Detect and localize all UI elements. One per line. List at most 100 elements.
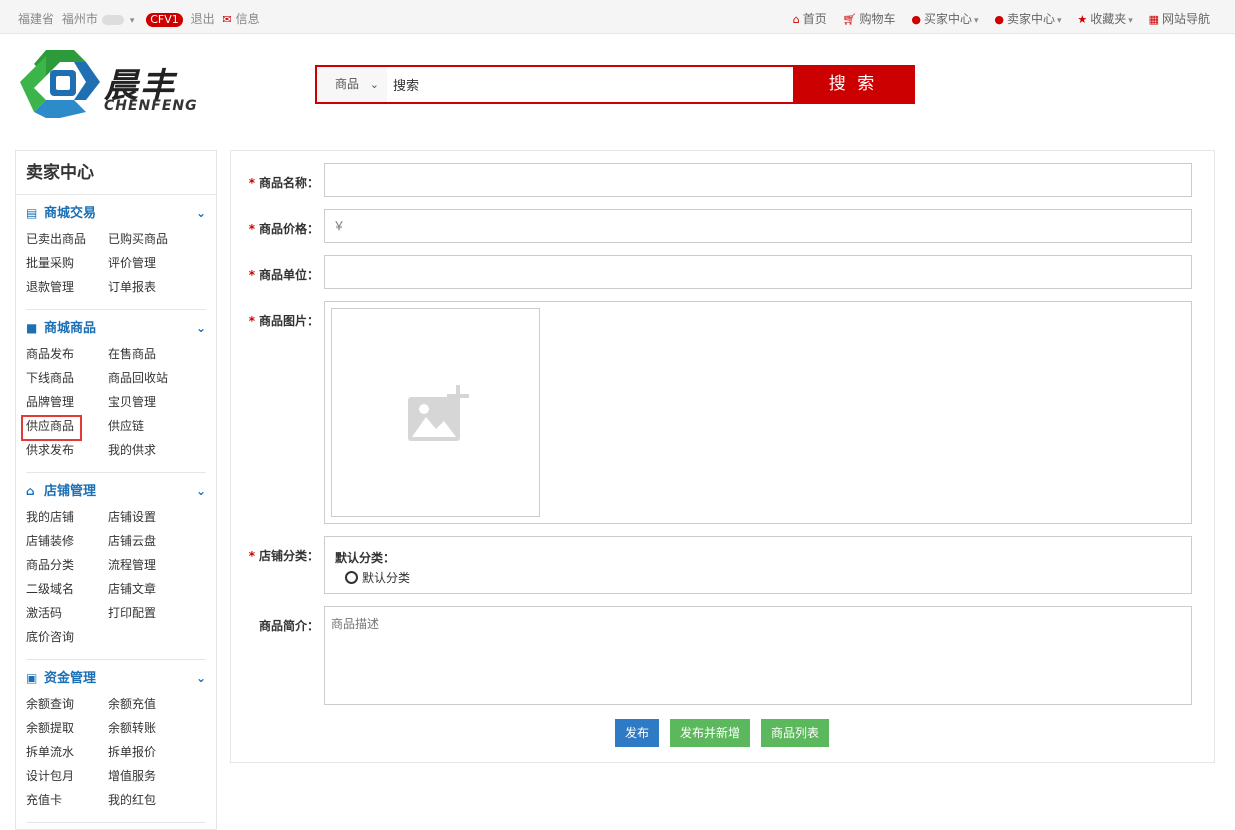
sidebar-item[interactable]: 店铺文章 <box>108 577 190 601</box>
sidebar-item[interactable]: 设计包月 <box>26 764 108 788</box>
sidebar-item[interactable]: 批量采购 <box>26 251 108 275</box>
search-input[interactable] <box>387 67 795 102</box>
city-label[interactable]: 福州市 <box>62 12 98 26</box>
favorites-menu[interactable]: ★ 收藏夹 ▾ <box>1077 12 1132 26</box>
sidebar-item[interactable]: 余额充值 <box>108 692 190 716</box>
sidebar-group-header[interactable]: ⌂ 店铺管理 ⌄ <box>26 473 206 505</box>
required-mark: * <box>248 176 255 190</box>
buyer-center-label: 买家中心 <box>923 12 972 26</box>
home-icon: ⌂ <box>792 13 800 26</box>
product-price-input[interactable] <box>325 210 1191 242</box>
search-button[interactable]: 搜 索 <box>793 67 913 102</box>
product-intro-label: 商品简介： <box>258 619 319 633</box>
sidebar-item[interactable]: 宝贝管理 <box>108 390 190 414</box>
province-label[interactable]: 福建省 <box>18 12 54 26</box>
sidebar-item[interactable]: 在售商品 <box>108 342 190 366</box>
product-price-field <box>324 209 1192 243</box>
logout-link[interactable]: 退出 <box>191 12 215 26</box>
money-icon: ▣ <box>26 671 38 685</box>
sidebar-item[interactable]: 余额查询 <box>26 692 108 716</box>
search-category-select[interactable]: 商品 ⌄ <box>317 67 387 102</box>
user-icon: ● <box>994 13 1004 26</box>
default-category-radio[interactable]: 默认分类 <box>345 569 410 586</box>
sidebar-group-header[interactable]: ▣ 资金管理 ⌄ <box>26 660 206 692</box>
sidebar-item[interactable]: 我的店铺 <box>26 505 108 529</box>
form-row-image: * 商品图片： <box>231 301 1214 524</box>
sidebar-item[interactable]: 已购买商品 <box>108 227 190 251</box>
sidebar-item[interactable]: 底价咨询 <box>26 625 108 649</box>
sidebar-item[interactable]: 余额提取 <box>26 716 108 740</box>
sidebar-item[interactable]: 供求发布 <box>26 438 108 462</box>
sidebar-item[interactable]: 我的红包 <box>108 788 190 812</box>
sidebar-item[interactable]: 订单报表 <box>108 275 190 299</box>
seller-center-label: 卖家中心 <box>1006 12 1055 26</box>
label-text: 商品名称： <box>258 176 319 190</box>
sidebar-item[interactable]: 已卖出商品 <box>26 227 108 251</box>
chevron-down-icon[interactable]: ▾ <box>130 16 135 26</box>
product-name-input[interactable] <box>325 164 1191 196</box>
grid-icon: ▦ <box>1148 13 1159 26</box>
logo[interactable]: 晨丰 CHENFENG <box>16 48 216 120</box>
sidebar-item[interactable]: 打印配置 <box>108 601 190 625</box>
form-row-intro: 商品简介： <box>231 606 1214 705</box>
top-bar: 福建省 福州市 ▾ CFV1 退出 ✉ 信息 ⌂ 首页 🛒︎ 购物车 ● 买家中心 ▾ ● 卖… <box>0 0 1235 34</box>
sidebar-item[interactable]: 商品回收站 <box>108 366 190 390</box>
form-row-unit: * 商品单位： <box>231 255 1214 289</box>
sidebar-item[interactable]: 店铺云盘 <box>108 529 190 553</box>
sidebar-item[interactable]: 品牌管理 <box>26 390 108 414</box>
home-link[interactable]: ⌂ 首页 <box>793 12 827 26</box>
cart-link[interactable]: 🛒︎ 购物车 <box>843 12 896 26</box>
site-nav-menu[interactable]: ▦ 网站导航 <box>1149 12 1210 26</box>
product-intro-textarea[interactable] <box>325 607 1191 704</box>
sidebar-item[interactable]: 店铺设置 <box>108 505 190 529</box>
default-category-title: 默认分类： <box>335 551 396 565</box>
home-icon: ⌂ <box>26 484 35 498</box>
sidebar-item[interactable]: 拆单报价 <box>108 740 190 764</box>
group-title: 商城交易 <box>44 206 97 221</box>
product-unit-label: * 商品单位： <box>231 266 319 283</box>
publish-and-new-button[interactable]: 发布并新增 <box>670 719 750 747</box>
buyer-center-menu[interactable]: ● 买家中心 ▾ <box>911 12 978 26</box>
radio-label: 默认分类 <box>362 571 411 585</box>
form-row-shop-category: * 店铺分类： 默认分类： 默认分类 <box>231 536 1214 594</box>
sidebar-item[interactable]: 我的供求 <box>108 438 190 462</box>
sidebar-item[interactable]: 充值卡 <box>26 788 108 812</box>
sidebar-item-supply-goods[interactable]: 供应商品 <box>21 414 108 441</box>
product-intro-field <box>324 606 1192 705</box>
sidebar-item[interactable]: 供应链 <box>108 414 190 438</box>
product-list-button[interactable]: 商品列表 <box>761 719 829 747</box>
sidebar-item[interactable]: 拆单流水 <box>26 740 108 764</box>
required-mark: * <box>248 549 255 563</box>
group-title: 店铺管理 <box>44 484 97 499</box>
sidebar-group-header[interactable]: ▤ 商城交易 ⌄ <box>26 195 206 227</box>
sidebar-group-header[interactable]: ■ 商城商品 ⌄ <box>26 310 206 342</box>
seller-center-menu[interactable]: ● 卖家中心 ▾ <box>994 12 1061 26</box>
sidebar-item[interactable]: 流程管理 <box>108 553 190 577</box>
label-text: 商品图片： <box>258 314 319 328</box>
chevron-down-icon: ▾ <box>973 16 979 26</box>
sidebar-item[interactable]: 增值服务 <box>108 764 190 788</box>
sidebar-item[interactable]: 退款管理 <box>26 275 108 299</box>
mail-icon: ✉ <box>222 13 232 26</box>
user-badge[interactable]: CFV1 <box>146 13 183 27</box>
required-mark: * <box>248 222 255 236</box>
chevron-down-icon: ▾ <box>1128 16 1133 26</box>
product-name-field <box>324 163 1192 197</box>
publish-button[interactable]: 发布 <box>615 719 659 747</box>
sidebar-item[interactable]: 商品分类 <box>26 553 108 577</box>
search-category-label: 商品 <box>335 77 360 91</box>
messages-link[interactable]: 信息 <box>236 12 260 26</box>
sidebar-item[interactable]: 评价管理 <box>108 251 190 275</box>
sidebar-item[interactable]: 余额转账 <box>108 716 190 740</box>
group-title: 资金管理 <box>44 671 97 686</box>
image-upload-box[interactable] <box>331 308 540 517</box>
sidebar-title: 卖家中心 <box>16 151 216 195</box>
sidebar-item[interactable]: 商品发布 <box>26 342 108 366</box>
product-unit-input[interactable] <box>325 256 1191 288</box>
form-row-price: * 商品价格： <box>231 209 1214 243</box>
sidebar-item[interactable]: 下线商品 <box>26 366 108 390</box>
sidebar-item[interactable]: 二级域名 <box>26 577 108 601</box>
sidebar-item[interactable]: 激活码 <box>26 601 108 625</box>
sidebar-item[interactable]: 店铺装修 <box>26 529 108 553</box>
add-image-icon <box>408 385 469 441</box>
